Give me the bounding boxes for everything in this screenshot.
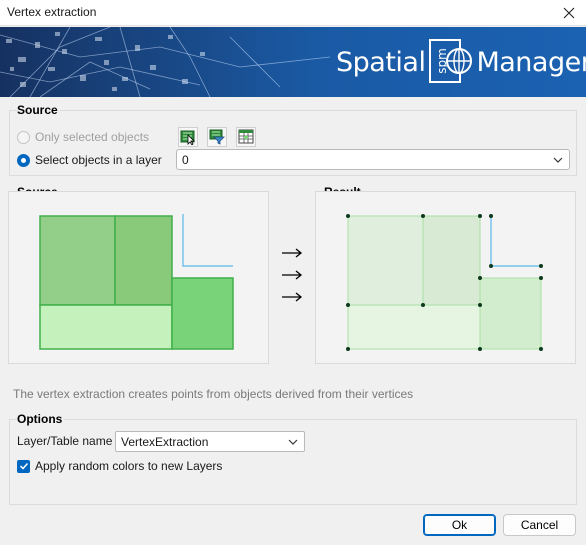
layer-table-label: Layer/Table name	[17, 434, 113, 448]
table-select-icon	[238, 129, 254, 144]
ok-button[interactable]: Ok	[423, 514, 496, 536]
layer-table-value: VertexExtraction	[121, 434, 209, 449]
random-colors-checkbox-row[interactable]: Apply random colors to new Layers	[17, 459, 222, 473]
filter-objects-button[interactable]	[207, 127, 227, 147]
source-shapes-image	[39, 214, 234, 350]
header-banner: Spatial spm Manager	[0, 27, 586, 97]
result-preview-panel	[315, 191, 576, 364]
layer-table-select[interactable]: VertexExtraction	[115, 431, 305, 452]
brand-logo-text: spm	[435, 48, 449, 74]
description-text: The vertex extraction creates points fro…	[13, 387, 414, 401]
checkmark-icon	[19, 462, 28, 470]
chevron-down-icon	[288, 439, 298, 445]
options-group-title: Options	[17, 412, 65, 426]
spm-logo-icon: spm	[429, 38, 473, 86]
brand-word-left: Spatial	[336, 46, 426, 78]
source-group-title: Source	[17, 103, 60, 117]
cancel-button[interactable]: Cancel	[503, 514, 576, 536]
radio-select-in-layer-label: Select objects in a layer	[35, 153, 162, 167]
window-title: Vertex extraction	[7, 5, 97, 19]
source-preview-panel	[8, 191, 269, 364]
layer-select[interactable]: 0	[176, 149, 570, 170]
radio-select-in-layer[interactable]: Select objects in a layer	[17, 153, 162, 167]
radio-select-in-layer-circle[interactable]	[17, 153, 30, 167]
title-bar: Vertex extraction	[0, 0, 586, 26]
chevron-down-icon	[553, 157, 563, 163]
random-colors-label: Apply random colors to new Layers	[35, 459, 223, 473]
table-select-button[interactable]	[236, 127, 256, 147]
select-objects-icon	[180, 130, 195, 145]
select-objects-button[interactable]	[178, 127, 198, 147]
radio-only-selected-circle[interactable]	[17, 130, 30, 144]
brand-word-right: Manager	[476, 46, 586, 78]
arrows-icon	[282, 248, 303, 302]
city-map-image	[0, 27, 330, 97]
spatial-manager-logo: Spatial spm Manager	[336, 38, 586, 86]
result-vertices-image	[346, 214, 543, 351]
layer-select-value: 0	[182, 152, 189, 167]
filter-objects-icon	[209, 129, 225, 145]
radio-only-selected[interactable]: Only selected objects	[17, 130, 149, 144]
radio-only-selected-label: Only selected objects	[35, 130, 150, 144]
random-colors-checkbox[interactable]	[17, 459, 30, 473]
close-icon	[563, 7, 575, 19]
close-button[interactable]	[552, 0, 586, 26]
